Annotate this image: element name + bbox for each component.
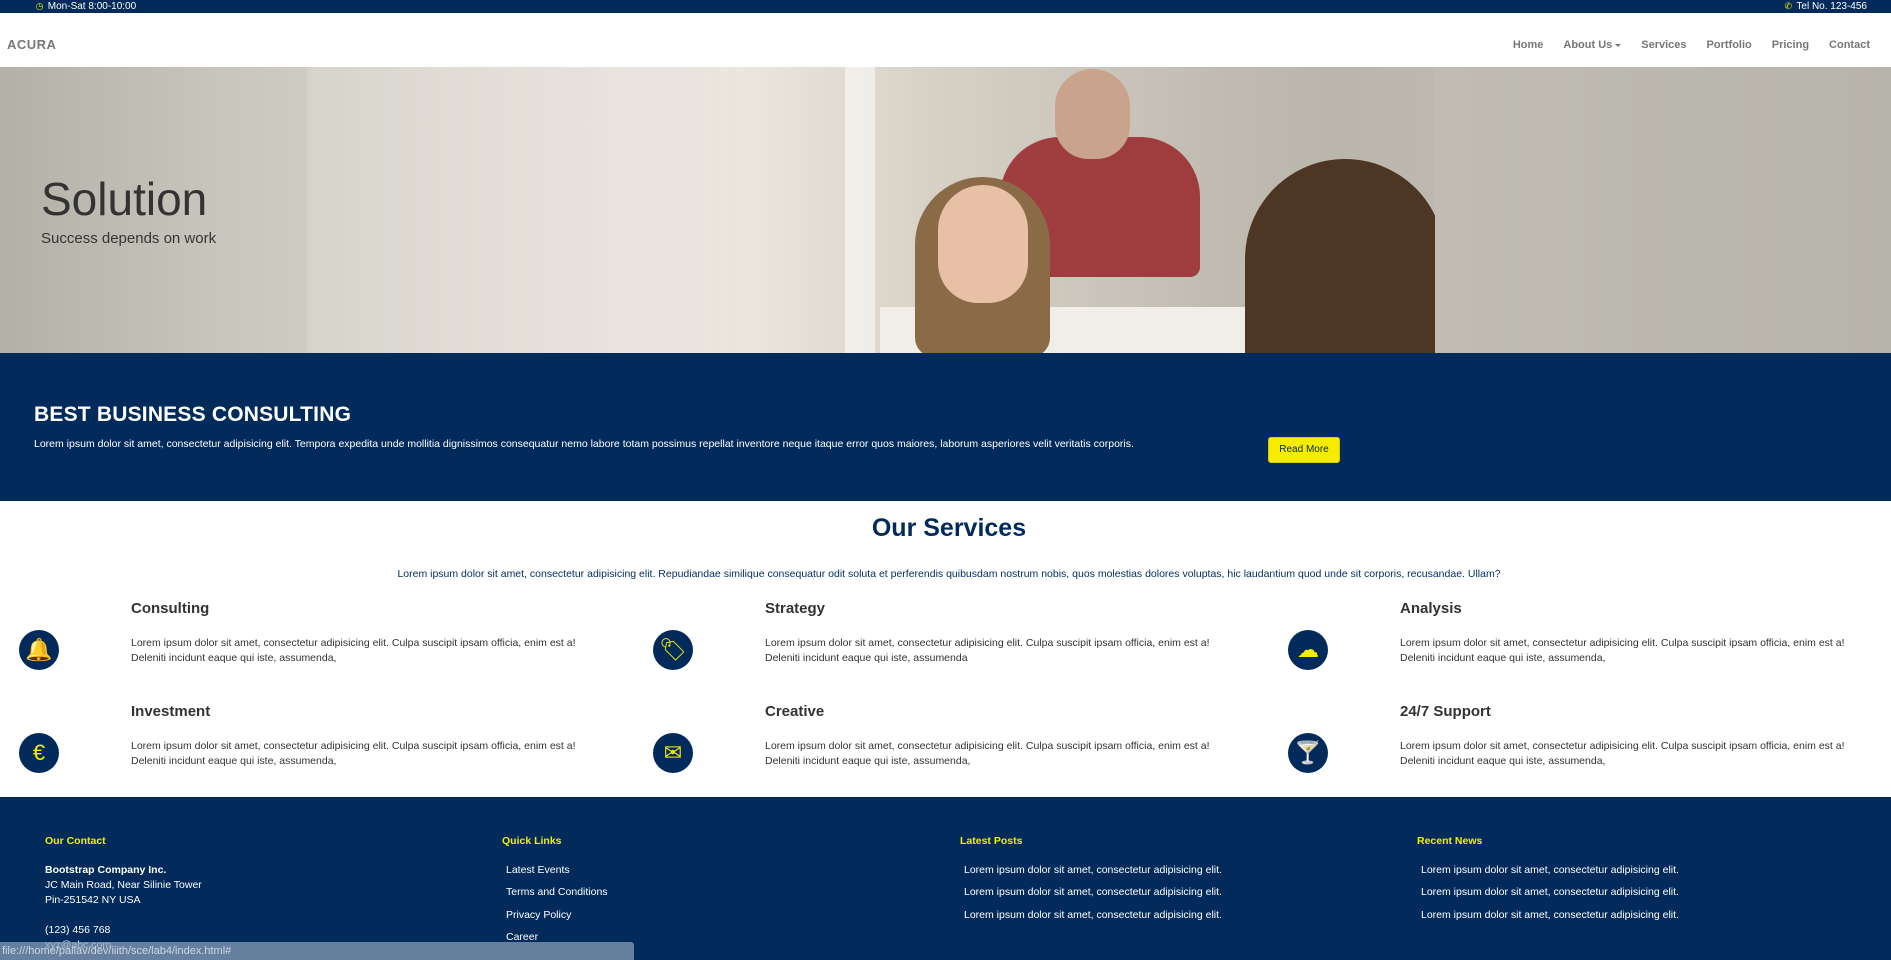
site-footer: Our Contact Bootstrap Company Inc. JC Ma… [0,797,1891,960]
service-title: Strategy [765,600,826,617]
service-description: Lorem ipsum dolor sit amet, consectetur … [765,740,1210,767]
recent-news-link[interactable]: Lorem ipsum dolor sit amet, consectetur … [1421,908,1679,923]
nav-portfolio[interactable]: Portfolio [1697,26,1762,64]
service-item-creative: ✉ Creative Lorem ipsum dolor sit amet, c… [634,703,1210,783]
phone-number-text: Tel No. 123-456 [1796,1,1867,12]
phone-icon: ✆ [1784,1,1793,11]
nav-home[interactable]: Home [1503,26,1554,64]
quick-link-latest-events[interactable]: Latest Events [506,863,608,878]
nav-about-us[interactable]: About Us [1553,26,1631,64]
opening-hours-text: Mon-Sat 8:00-10:00 [47,1,137,12]
brand-logo[interactable]: ACURA [7,26,56,64]
address-line-1: JC Main Road, Near Silinie Tower [45,879,202,891]
latest-post-link[interactable]: Lorem ipsum dolor sit amet, consectetur … [964,863,1222,878]
footer-quick-links-heading: Quick Links [502,835,562,847]
service-title: Consulting [131,600,210,617]
nav-contact[interactable]: Contact [1819,26,1880,64]
service-description: Lorem ipsum dolor sit amet, consectetur … [131,740,576,767]
contact-details: Bootstrap Company Inc. JC Main Road, Nea… [45,863,202,953]
latest-post-link[interactable]: Lorem ipsum dolor sit amet, consectetur … [964,885,1222,900]
banner-text: Lorem ipsum dolor sit amet, consectetur … [34,438,1134,450]
company-name: Bootstrap Company Inc. [45,864,167,876]
services-intro: Lorem ipsum dolor sit amet, consectetur … [397,568,1501,580]
recent-news-link[interactable]: Lorem ipsum dolor sit amet, consectetur … [1421,885,1679,900]
service-item-consulting: 🔔 Consulting Lorem ipsum dolor sit amet,… [0,600,576,680]
service-description: Lorem ipsum dolor sit amet, consectetur … [765,637,1210,664]
service-title: Investment [131,703,211,720]
address-line-2: Pin-251542 NY USA [45,894,141,906]
service-description: Lorem ipsum dolor sit amet, consectetur … [1400,637,1845,664]
service-item-strategy: 🏷 Strategy Lorem ipsum dolor sit amet, c… [634,600,1210,680]
latest-post-link[interactable]: Lorem ipsum dolor sit amet, consectetur … [964,908,1222,923]
hero-carousel: Solution Success depends on work [0,67,1891,353]
consulting-banner: BEST BUSINESS CONSULTING Lorem ipsum dol… [0,353,1891,501]
contact-phone: (123) 456 768 [45,924,111,936]
cloud-icon: ☁ [1288,630,1328,670]
service-description: Lorem ipsum dolor sit amet, consectetur … [131,637,576,664]
main-navbar: ACURA Home About Us Services Portfolio P… [0,13,1891,67]
nav-menu: Home About Us Services Portfolio Pricing… [1503,26,1880,64]
service-title: 24/7 Support [1400,703,1491,720]
service-item-investment: € Investment Lorem ipsum dolor sit amet,… [0,703,576,783]
service-description: Lorem ipsum dolor sit amet, consectetur … [1400,740,1845,767]
glass-icon: 🍸 [1288,733,1328,773]
chevron-down-icon [1615,43,1622,47]
nav-about-us-label: About Us [1563,39,1613,51]
tag-icon: 🏷 [653,630,693,670]
footer-recent-news-heading: Recent News [1417,835,1483,847]
hero-subtitle: Success depends on work [41,230,217,247]
latest-posts-list: Lorem ipsum dolor sit amet, consectetur … [964,863,1222,930]
browser-status-bar: file:///home/pallav/dev/iiith/sce/lab4/i… [0,942,634,960]
banner-title: BEST BUSINESS CONSULTING [34,403,352,426]
quick-link-privacy[interactable]: Privacy Policy [506,908,608,923]
nav-services[interactable]: Services [1631,26,1696,64]
footer-contact-heading: Our Contact [45,835,106,847]
envelope-icon: ✉ [653,733,693,773]
euro-icon: € [19,733,59,773]
recent-news-link[interactable]: Lorem ipsum dolor sit amet, consectetur … [1421,863,1679,878]
top-info-bar: ◷ Mon-Sat 8:00-10:00 ✆ Tel No. 123-456 [0,0,1891,13]
quick-link-terms[interactable]: Terms and Conditions [506,885,608,900]
phone-number: ✆ Tel No. 123-456 [1783,0,1868,13]
service-title: Analysis [1400,600,1462,617]
nav-pricing[interactable]: Pricing [1762,26,1819,64]
opening-hours: ◷ Mon-Sat 8:00-10:00 [34,0,137,13]
quick-links-list: Latest Events Terms and Conditions Priva… [506,863,608,953]
read-more-button[interactable]: Read More [1268,437,1340,463]
service-item-analysis: ☁ Analysis Lorem ipsum dolor sit amet, c… [1269,600,1845,680]
bell-icon: 🔔 [19,630,59,670]
clock-icon: ◷ [35,1,44,11]
footer-latest-posts-heading: Latest Posts [960,835,1023,847]
hero-title: Solution [41,173,208,225]
recent-news-list: Lorem ipsum dolor sit amet, consectetur … [1421,863,1679,930]
services-heading: Our Services [871,514,1027,542]
service-item-support: 🍸 24/7 Support Lorem ipsum dolor sit ame… [1269,703,1845,783]
service-title: Creative [765,703,825,720]
